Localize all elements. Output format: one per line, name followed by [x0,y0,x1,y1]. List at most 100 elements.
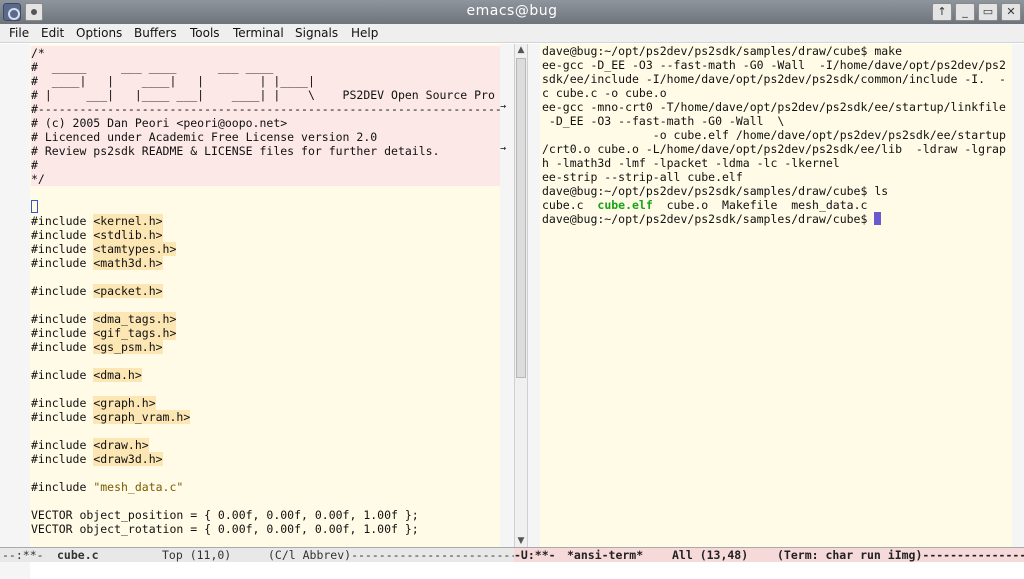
terminal-line: -D_EE -O3 --fast-math -G0 -Wall \ [542,114,785,128]
include-header: <graph.h> [93,396,156,410]
code-line: #include <dma.h> [31,368,501,382]
ls-output-line: cube.c cube.elf cube.o Makefile mesh_dat… [542,198,867,212]
terminal-line: sdk/ee/include -I/home/dave/opt/ps2dev/p… [542,72,1006,86]
include-header: <tamtypes.h> [93,242,177,256]
ls-entry: cube.c [542,198,598,212]
right-edge-fringe [1012,44,1024,547]
arrow-up-icon[interactable]: ↑ [932,3,952,21]
code-line: */ [31,172,501,186]
include-header: <packet.h> [93,284,163,298]
modeline-modes[interactable]: (C/l Abbrev)------------------------ [268,548,517,562]
menu-bar: File Edit Options Buffers Tools Terminal… [0,24,1024,43]
modeline-buffer-name[interactable]: cube.c [57,548,99,562]
terminal-line: /crt0.o cube.o -L/home/dave/opt/ps2dev/p… [542,142,1006,156]
include-header: <kernel.h> [93,214,163,228]
terminal-pane[interactable]: dave@bug:~/opt/ps2dev/ps2sdk/samples/dra… [540,44,1012,547]
code-text: # _____ ___ ____ ___ ____ [31,60,274,74]
code-line: #---------------------------------------… [31,102,510,116]
modeline-modes[interactable]: (Term: char run iImg)---------------- [777,548,1024,562]
terminal-line: dave@bug:~/opt/ps2dev/ps2sdk/samples/dra… [542,44,903,58]
menu-options[interactable]: Options [76,26,122,40]
include-keyword: #include [31,480,94,494]
include-keyword: #include [31,256,94,270]
include-keyword: #include [31,410,94,424]
modeline-status: -U:**- [514,548,556,562]
shell-prompt: dave@bug:~/opt/ps2dev/ps2sdk/samples/dra… [542,212,875,226]
code-line: #include <gif_tags.h> [31,326,501,340]
minimize-icon[interactable]: _ [955,3,975,21]
code-line: #include <draw3d.h> [31,452,501,466]
ls-executable-entry: cube.elf [597,198,653,212]
code-text: # Licenced under Academic Free License v… [31,130,378,144]
left-fringe [0,44,30,547]
prompt-line[interactable]: dave@bug:~/opt/ps2dev/ps2sdk/samples/dra… [542,212,882,226]
include-keyword: #include [31,228,94,242]
code-text: VECTOR object_rotation = { 0.00f, 0.00f,… [31,522,419,536]
menu-file[interactable]: File [9,26,29,40]
code-text: # Review ps2sdk README & LICENSE files f… [31,144,440,158]
menu-terminal[interactable]: Terminal [233,26,284,40]
close-icon[interactable]: ✕ [1001,3,1021,21]
code-line: /* [31,46,501,60]
code-text: # [31,158,38,172]
include-header: <dma_tags.h> [93,312,177,326]
menu-buffers[interactable]: Buffers [134,26,177,40]
vertical-scrollbar[interactable]: ▲ ▼ [514,44,528,547]
include-header: <stdlib.h> [93,228,163,242]
terminal-line: ee-gcc -D_EE -O3 --fast-math -G0 -Wall -… [542,58,1006,72]
modeline-left[interactable]: --:**- cube.c Top (11,0) (C/l Abbrev)---… [0,547,517,562]
window-titlebar[interactable]: emacs@bug ↑ _ ▭ ✕ [0,0,1024,24]
code-line: # (c) 2005 Dan Peori <peori@oopo.net> [31,116,501,130]
code-editor-pane[interactable]: /* # _____ ___ ____ ___ ____ # ____| | ___… [30,44,510,547]
terminal-line: dave@bug:~/opt/ps2dev/ps2sdk/samples/dra… [542,184,889,198]
code-line: # Review ps2sdk README & LICENSE files f… [31,144,501,158]
include-header: <math3d.h> [93,256,163,270]
include-keyword: #include [31,368,94,382]
ls-entry: cube.o Makefile mesh_data.c [652,198,868,212]
code-line: # _____ ___ ____ ___ ____ [31,60,501,74]
modeline-status: --:**- [2,548,44,562]
modeline-buffer-name[interactable]: *ansi-term* [567,548,643,562]
code-text: # (c) 2005 Dan Peori <peori@oopo.net> [31,116,288,130]
menu-tools[interactable]: Tools [190,26,220,40]
modeline-right[interactable]: -U:**- *ansi-term* All (13,48) (Term: ch… [514,547,1024,562]
terminal-line: ee-gcc -mno-crt0 -T/home/dave/opt/ps2dev… [542,100,1006,114]
include-keyword: #include [31,452,94,466]
maximize-icon[interactable]: ▭ [978,3,998,21]
continuation-arrow-icon: → [500,101,507,112]
code-line: # ____| | ____| | | |____| [31,74,501,88]
code-text: # | ___| |____ ___| ____| | \ PS2DEV Ope… [31,88,495,102]
include-keyword: #include [31,396,94,410]
code-text: */ [31,172,45,186]
menu-help[interactable]: Help [351,26,378,40]
menu-signals[interactable]: Signals [295,26,338,40]
scroll-up-icon[interactable]: ▲ [515,44,527,56]
terminal-line: ee-strip --strip-all cube.elf [542,170,743,184]
code-line: #include "mesh_data.c" [31,480,501,494]
modeline-position: Top (11,0) [162,548,232,562]
code-text: #---------------------------------------… [31,102,510,116]
include-keyword: #include [31,214,94,228]
terminal-line: c cube.c -o cube.o [542,86,667,100]
menu-edit[interactable]: Edit [41,26,64,40]
modeline-position: All (13,48) [672,548,749,562]
scroll-down-icon[interactable]: ▼ [515,535,527,547]
code-text: # ____| | ____| | | |____| [31,74,315,88]
terminal-line: -o cube.elf /home/dave/opt/ps2dev/ps2sdk… [542,128,1006,142]
include-header: "mesh_data.c" [93,480,184,494]
include-header: <draw.h> [93,438,149,452]
code-line: # Licenced under Academic Free License v… [31,130,501,144]
code-line: #include <tamtypes.h> [31,242,501,256]
scrollbar-thumb[interactable] [516,58,526,378]
code-line: VECTOR object_position = { 0.00f, 0.00f,… [31,508,501,522]
code-line: VECTOR object_rotation = { 0.00f, 0.00f,… [31,522,501,536]
minibuffer[interactable] [0,562,1024,579]
code-line: #include <graph.h> [31,396,501,410]
